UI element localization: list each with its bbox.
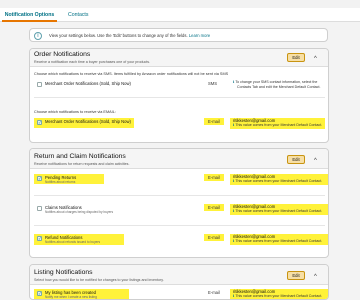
returns-subtitle: Receive notifications for return request… — [34, 162, 130, 166]
tab-notification-options[interactable]: Notification Options — [2, 10, 57, 22]
email-notification-row: Merchant Order Notifications (Sold, Ship… — [34, 118, 325, 130]
sms-note-line1: ℹ To change your SMS contact information… — [233, 80, 318, 84]
listing-created-checkbox[interactable] — [37, 291, 42, 297]
info-banner: i View your settings below. Use the 'Edi… — [29, 28, 328, 42]
sms-notification-row: Merchant Order Notifications (Sold, Ship… — [34, 80, 325, 92]
sms-order-checkbox[interactable] — [37, 82, 42, 87]
top-strip — [0, 0, 360, 8]
listing-created-row: My listing has been created Notify me wh… — [34, 289, 328, 299]
divider — [34, 97, 325, 98]
pending-returns-note: ℹ This value comes from your Merchant De… — [233, 179, 323, 183]
refund-row: Refund Notifications Notifies about refu… — [34, 234, 328, 246]
listing-created-method: E-mail — [208, 290, 220, 295]
order-title: Order Notifications — [34, 51, 91, 58]
email-method: E-mail — [208, 119, 220, 124]
listing-title: Listing Notifications — [34, 269, 93, 276]
claims-checkbox[interactable] — [37, 206, 42, 211]
listing-created-note: ℹ This value comes from your Merchant De… — [233, 294, 323, 298]
sms-instructions: Choose which notifications to receive vi… — [34, 72, 229, 76]
info-icon: i — [34, 32, 42, 40]
claims-method: E-mail — [208, 205, 220, 210]
chevron-up-icon[interactable]: ^ — [314, 56, 317, 62]
divider — [34, 195, 325, 196]
claims-sub: Notifies about charges being disputed by… — [45, 210, 114, 214]
order-subtitle: Receive a notification each time a buyer… — [34, 60, 151, 64]
pending-returns-row: Pending Returns Notifies about returns E… — [34, 174, 328, 186]
sms-order-label: Merchant Order Notifications (Sold, Ship… — [45, 81, 131, 86]
listing-subtitle: Select how you would like to be notified… — [34, 278, 164, 282]
email-instructions: Choose which notifications to receive vi… — [34, 110, 116, 114]
refund-method: E-mail — [208, 235, 220, 240]
chevron-up-icon[interactable]: ^ — [314, 274, 317, 280]
listing-edit-button[interactable]: Edit — [287, 271, 305, 280]
returns-title: Return and Claim Notifications — [34, 153, 126, 160]
refund-sub: Notifies about refunds issued to buyers — [45, 240, 101, 244]
learn-more-link[interactable]: Learn more — [189, 33, 210, 38]
refund-checkbox[interactable] — [37, 236, 42, 242]
listing-notifications-panel: Listing Notifications Select how you wou… — [29, 264, 329, 300]
info-text: View your settings below. Use the 'Edit'… — [49, 33, 210, 38]
listing-created-sub: Notify me when I create a new listing — [45, 295, 97, 299]
returns-panel-header: Return and Claim Notifications Receive n… — [30, 149, 328, 169]
return-claim-panel: Return and Claim Notifications Receive n… — [29, 148, 329, 258]
email-order-label: Merchant Order Notifications (Sold, Ship… — [45, 119, 131, 124]
email-note: ℹ This value comes from your Merchant De… — [233, 123, 323, 127]
claims-note: ℹ This value comes from your Merchant De… — [233, 209, 323, 213]
pending-returns-method: E-mail — [208, 175, 220, 180]
tab-bar: Notification Options Contacts — [0, 8, 360, 22]
divider — [34, 225, 325, 226]
tab-contacts[interactable]: Contacts — [66, 10, 90, 20]
returns-edit-button[interactable]: Edit — [287, 155, 305, 164]
email-order-checkbox[interactable] — [37, 120, 42, 126]
order-edit-button[interactable]: Edit — [287, 53, 305, 62]
info-message: View your settings below. Use the 'Edit'… — [49, 33, 188, 38]
pending-returns-checkbox[interactable] — [37, 176, 42, 182]
listing-panel-header: Listing Notifications Select how you wou… — [30, 265, 328, 285]
sms-method: SMS — [208, 81, 218, 86]
order-panel-header: Order Notifications Receive a notificati… — [30, 49, 328, 67]
pending-returns-sub: Notifies about returns — [45, 180, 76, 184]
refund-note: ℹ This value comes from your Merchant De… — [233, 239, 323, 243]
chevron-up-icon[interactable]: ^ — [314, 158, 317, 164]
sms-note-line2: Contacts Tab and edit the Merchant Defau… — [237, 85, 321, 89]
order-notifications-panel: Order Notifications Receive a notificati… — [29, 48, 329, 143]
claims-row: Claims Notifications Notifies about char… — [34, 204, 328, 216]
